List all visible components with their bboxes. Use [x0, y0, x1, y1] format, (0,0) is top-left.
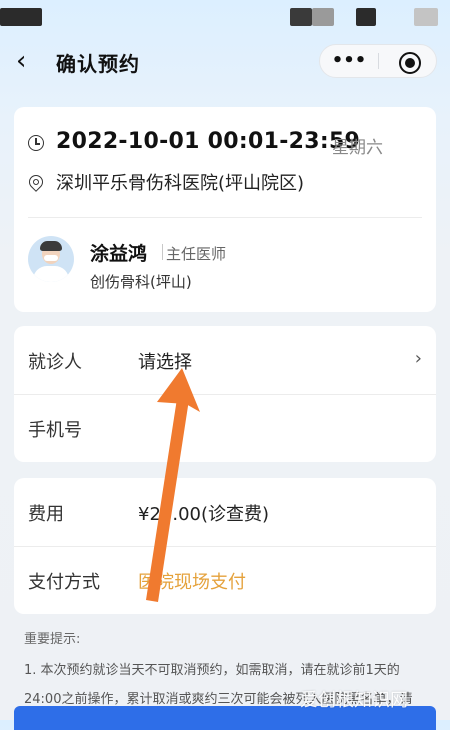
- more-button[interactable]: •••: [320, 45, 378, 77]
- payment-method-label: 支付方式: [28, 572, 100, 593]
- chevron-right-icon[interactable]: ›: [415, 348, 422, 369]
- mini-program-capsule: •••: [319, 44, 437, 78]
- doctor-avatar: [28, 236, 74, 282]
- chevron-left-icon[interactable]: ‹: [16, 46, 26, 76]
- nav-bar: ‹ 确认预约 •••: [0, 36, 450, 86]
- divider: [28, 217, 422, 218]
- patient-form-card: 就诊人 请选择 › 手机号: [14, 326, 436, 462]
- tips-line: 1. 本次预约就诊当天不可取消预约，如需取消，请在就诊前1天的: [24, 663, 400, 678]
- payment-card: 费用 ¥25.00(诊查费) 支付方式 医院现场支付: [14, 478, 436, 614]
- clock-icon: [28, 135, 44, 151]
- location-pin-icon: [26, 172, 46, 192]
- fee-row: 费用 ¥25.00(诊查费): [14, 478, 436, 547]
- status-bar-signal: [0, 8, 42, 26]
- fee-value: ¥25.00(诊查费): [138, 504, 270, 525]
- doctor-title-divider: [162, 244, 163, 260]
- patient-select-value[interactable]: 请选择: [138, 348, 192, 374]
- tips-title: 重要提示:: [24, 632, 81, 647]
- hospital-name: 深圳平乐骨伤科医院(坪山院区): [56, 173, 305, 194]
- target-icon[interactable]: [399, 52, 421, 74]
- capsule-divider: [378, 53, 379, 69]
- doctor-name: 涂益鸿: [90, 243, 148, 265]
- patient-select-row[interactable]: 就诊人 请选择 ›: [14, 326, 436, 395]
- status-bar-battery: [414, 8, 438, 26]
- status-bar-icon: [290, 8, 312, 26]
- status-bar-icon: [312, 8, 334, 26]
- appointment-datetime: 2022-10-01 00:01-23:59: [56, 129, 361, 154]
- patient-label: 就诊人: [28, 352, 82, 373]
- phone-row[interactable]: 手机号: [14, 394, 436, 462]
- page-title: 确认预约: [56, 52, 140, 76]
- appointment-weekday: 星期六: [332, 138, 383, 158]
- phone-label: 手机号: [28, 420, 82, 441]
- fee-label: 费用: [28, 504, 64, 525]
- payment-method-value: 医院现场支付: [138, 572, 246, 593]
- appointment-card: 2022-10-01 00:01-23:59 星期六 深圳平乐骨伤科医院(坪山院…: [14, 107, 436, 312]
- status-bar-icon: [356, 8, 376, 26]
- doctor-department: 创伤骨科(坪山): [90, 273, 192, 291]
- status-bar: [0, 0, 450, 36]
- watermark: 爱创根知识网: [300, 690, 408, 711]
- payment-method-row: 支付方式 医院现场支付: [14, 546, 436, 614]
- doctor-title: 主任医师: [166, 245, 227, 263]
